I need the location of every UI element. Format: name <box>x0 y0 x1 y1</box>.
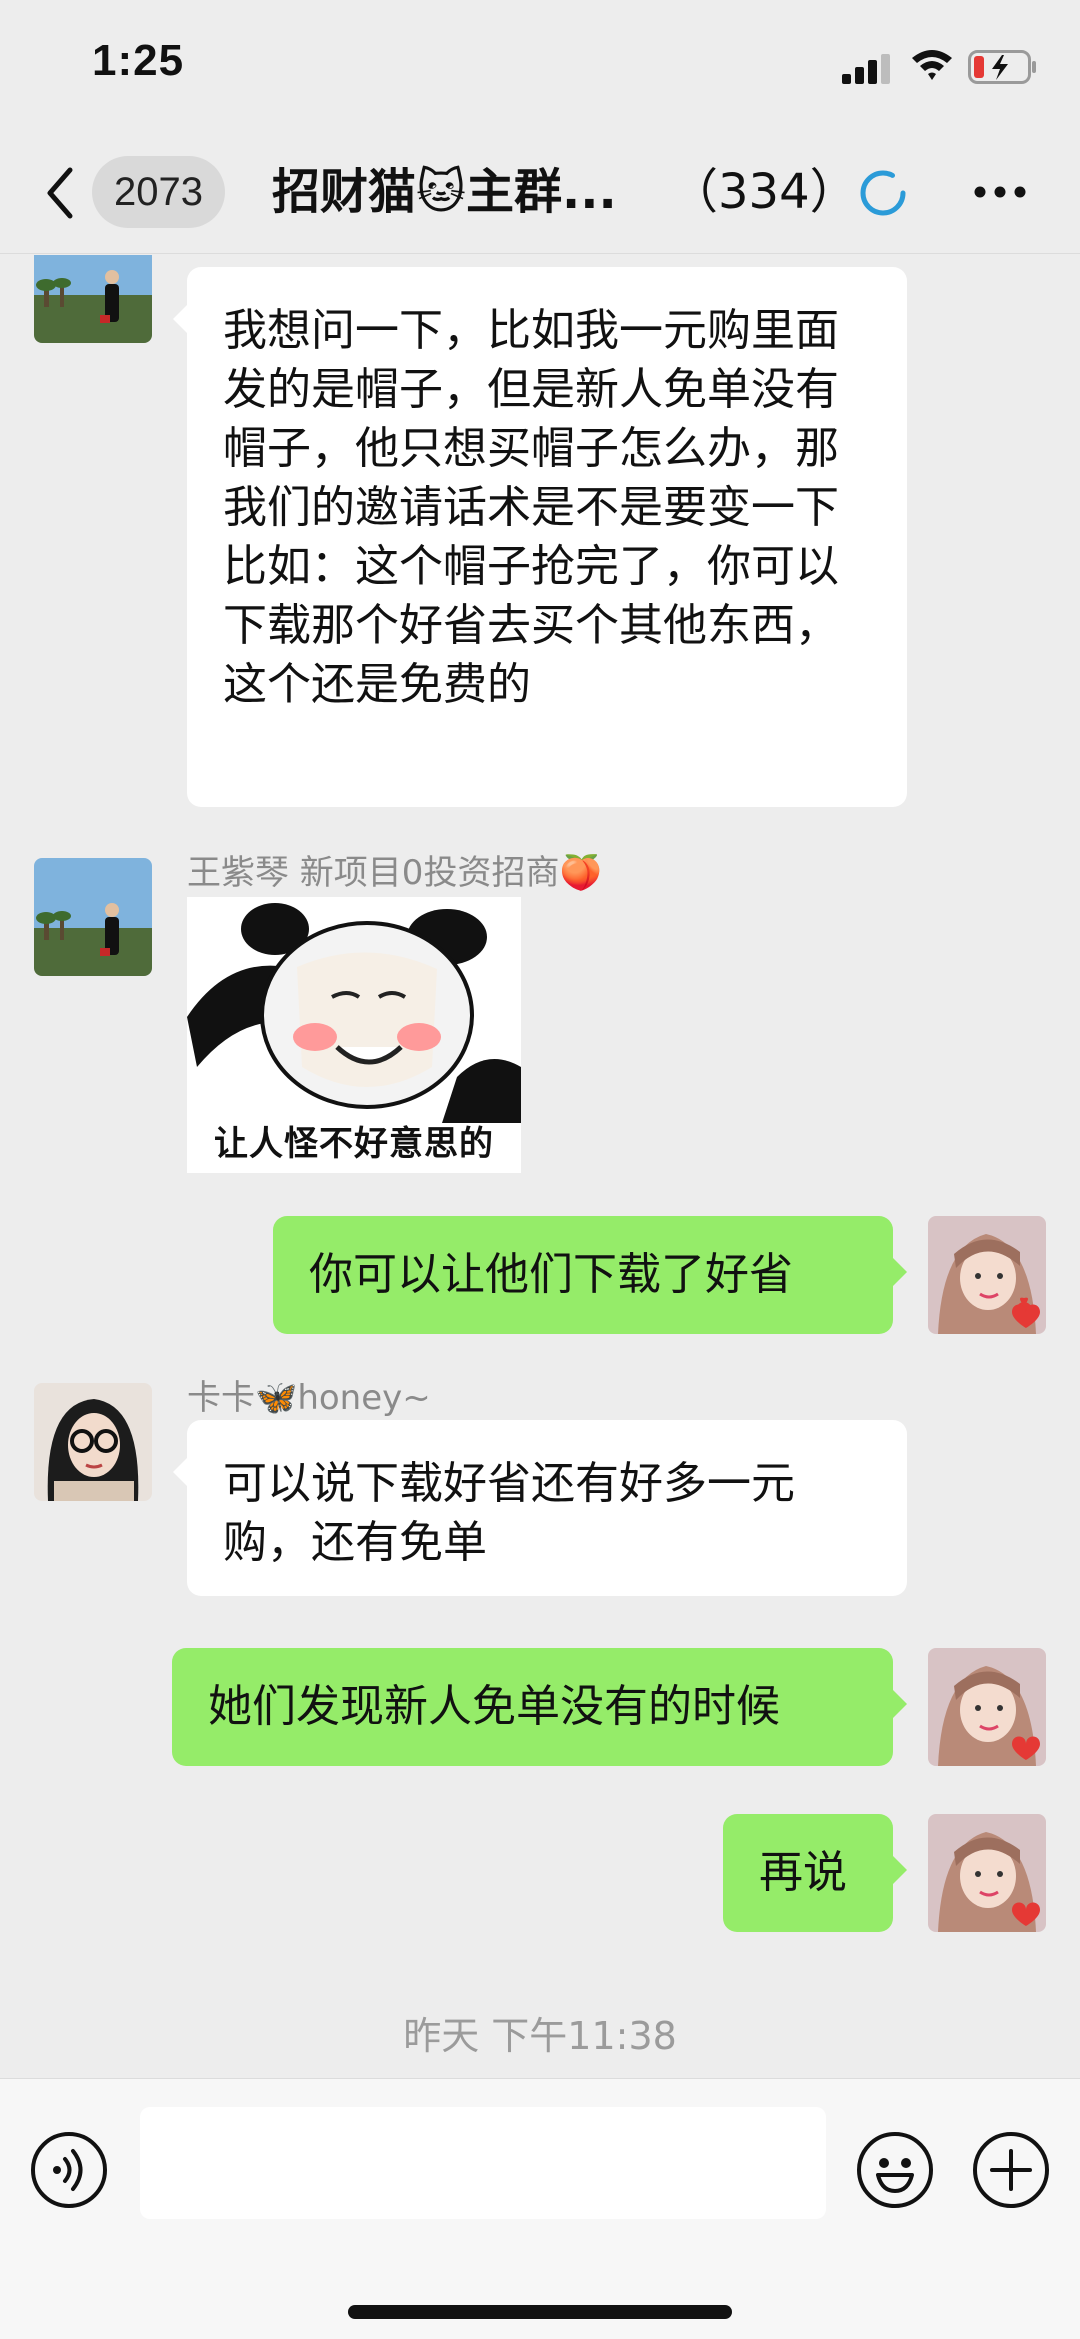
message-bubble[interactable]: 我想问一下，比如我一元购里面发的是帽子，但是新人免单没有帽子，他只想买帽子怎么办… <box>173 267 907 807</box>
input-bar <box>0 2078 1080 2339</box>
status-bar: 1:25 <box>0 0 1080 130</box>
chat-screen: 1:25 2073 招财猫🐱主群... （334） 我想问一下，比如我一元购里面… <box>0 0 1080 2339</box>
loading-ring-icon <box>860 170 906 216</box>
avatar[interactable] <box>34 255 152 343</box>
message-list[interactable]: 我想问一下，比如我一元购里面发的是帽子，但是新人免单没有帽子，他只想买帽子怎么办… <box>0 255 1080 2078</box>
time-divider: 昨天 下午11:38 <box>403 2014 677 2058</box>
plus-circle-icon[interactable] <box>972 2131 1050 2209</box>
avatar[interactable] <box>34 858 152 976</box>
message-bubble[interactable]: 再说 <box>723 1814 907 1932</box>
sticker-caption: 让人怪不好意思的 <box>214 1124 494 1164</box>
sticker-image[interactable]: 让人怪不好意思的 <box>187 897 521 1173</box>
chevron-left-icon[interactable] <box>42 166 78 220</box>
voice-icon[interactable] <box>30 2131 108 2209</box>
message-input[interactable] <box>140 2107 826 2219</box>
avatar[interactable] <box>928 1216 1046 1334</box>
message-bubble[interactable]: 可以说下载好省还有好多一元购，还有免单 <box>173 1420 907 1596</box>
avatar[interactable] <box>928 1648 1046 1766</box>
status-time: 1:25 <box>92 36 185 85</box>
message-bubble[interactable]: 你可以让他们下载了好省 <box>273 1216 907 1334</box>
member-count: （334） <box>670 164 858 220</box>
home-indicator <box>348 2305 732 2319</box>
cellular-signal-icon <box>842 54 894 84</box>
panda-meme-icon <box>187 897 521 1123</box>
chat-title: 招财猫🐱主群... <box>272 164 617 220</box>
chat-header: 2073 招财猫🐱主群... （334） <box>0 130 1080 254</box>
avatar[interactable] <box>928 1814 1046 1932</box>
message-bubble[interactable]: 她们发现新人免单没有的时候 <box>172 1648 907 1766</box>
sender-name: 王紫琴 新项目0投资招商🍑 <box>187 853 602 893</box>
more-dots-icon[interactable] <box>972 180 1028 204</box>
sender-name: 卡卡🦋honey~ <box>187 1378 431 1418</box>
wifi-icon <box>912 50 952 80</box>
unread-count-badge[interactable]: 2073 <box>92 156 225 228</box>
avatar[interactable] <box>34 1383 152 1501</box>
battery-icon <box>968 50 1036 84</box>
emoji-icon[interactable] <box>856 2131 934 2209</box>
